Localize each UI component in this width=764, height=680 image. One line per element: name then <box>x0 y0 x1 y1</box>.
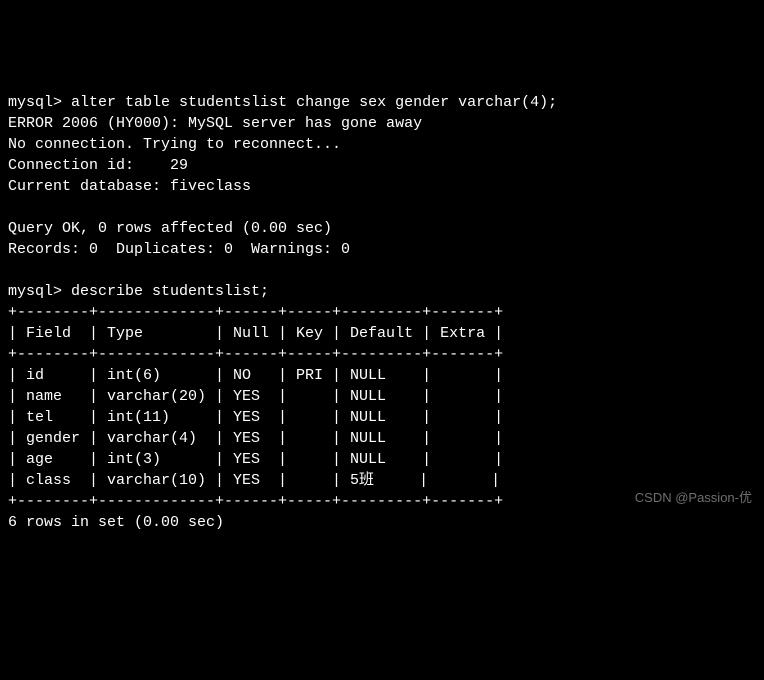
table-row: | id | int(6) | NO | PRI | NULL | | <box>8 365 756 386</box>
connection-id-line: Connection id: 29 <box>8 155 756 176</box>
prompt-line-2[interactable]: mysql> describe studentslist; <box>8 281 756 302</box>
command-2: describe studentslist; <box>71 283 269 300</box>
table-border-top: +--------+-------------+------+-----+---… <box>8 302 756 323</box>
watermark: CSDN @Passion-优 <box>635 489 752 507</box>
command-1: alter table studentslist change sex gend… <box>71 94 557 111</box>
table-row: | age | int(3) | YES | | NULL | | <box>8 449 756 470</box>
table-row: | gender | varchar(4) | YES | | NULL | | <box>8 428 756 449</box>
query-ok-line: Query OK, 0 rows affected (0.00 sec) <box>8 218 756 239</box>
blank-line <box>8 197 756 218</box>
records-line: Records: 0 Duplicates: 0 Warnings: 0 <box>8 239 756 260</box>
mysql-prompt: mysql> <box>8 94 62 111</box>
table-header: | Field | Type | Null | Key | Default | … <box>8 323 756 344</box>
summary-line: 6 rows in set (0.00 sec) <box>8 512 756 533</box>
terminal-output: mysql> alter table studentslist change s… <box>8 92 756 533</box>
table-row: | name | varchar(20) | YES | | NULL | | <box>8 386 756 407</box>
table-row: | tel | int(11) | YES | | NULL | | <box>8 407 756 428</box>
mysql-prompt: mysql> <box>8 283 62 300</box>
error-line: ERROR 2006 (HY000): MySQL server has gon… <box>8 113 756 134</box>
table-border-mid: +--------+-------------+------+-----+---… <box>8 344 756 365</box>
current-db-line: Current database: fiveclass <box>8 176 756 197</box>
blank-line <box>8 260 756 281</box>
reconnect-line: No connection. Trying to reconnect... <box>8 134 756 155</box>
prompt-line-1[interactable]: mysql> alter table studentslist change s… <box>8 92 756 113</box>
